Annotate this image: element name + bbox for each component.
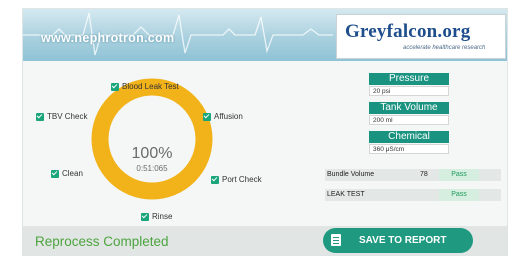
header-banner: www.nephrotron.com Greyfalcon.org accele… [23, 9, 507, 61]
step-label: Port Check [222, 175, 262, 184]
pressure-value: 20 psi [369, 86, 449, 96]
check-icon [211, 175, 219, 184]
result-row-bundle-volume: Bundle Volume 78 Pass [325, 169, 501, 181]
site-url: www.nephrotron.com [41, 31, 175, 45]
step-label: Blood Leak Test [122, 82, 179, 91]
result-value: 78 [420, 171, 428, 178]
elapsed-time: 0:51:065 [136, 164, 168, 173]
status-message: Reprocess Completed [35, 234, 169, 249]
app-window: www.nephrotron.com Greyfalcon.org accele… [22, 8, 508, 256]
tank-volume-header: Tank Volume [369, 102, 449, 114]
check-icon [111, 82, 119, 91]
step-label: Affusion [214, 112, 243, 121]
check-icon [203, 112, 211, 121]
chemical-value: 360 μS/cm [369, 144, 449, 154]
step-blood-leak-test: Blood Leak Test [111, 82, 179, 91]
check-icon [36, 112, 44, 121]
step-label: Rinse [152, 212, 173, 221]
step-affusion: Affusion [203, 112, 243, 121]
pressure-header: Pressure [369, 73, 449, 85]
progress-ring [91, 78, 213, 200]
greyfalcon-logo: Greyfalcon.org accelerate healthcare res… [336, 14, 506, 59]
step-port-check: Port Check [211, 175, 262, 184]
chemical-header: Chemical [369, 131, 449, 143]
step-clean: Clean [51, 169, 83, 178]
check-icon [51, 169, 59, 178]
progress-percent: 100% [131, 145, 173, 162]
logo-tagline: accelerate healthcare research [403, 45, 486, 51]
step-label: TBV Check [47, 112, 88, 121]
step-label: Clean [62, 169, 83, 178]
report-icon [331, 234, 341, 246]
result-name: LEAK TEST [327, 191, 365, 198]
step-rinse: Rinse [141, 212, 172, 221]
pass-badge: Pass [439, 169, 479, 181]
check-icon [141, 212, 149, 221]
save-to-report-button[interactable]: SAVE TO REPORT [323, 228, 473, 253]
pass-badge: Pass [439, 189, 479, 201]
save-to-report-label: SAVE TO REPORT [359, 235, 447, 246]
result-row-leak-test: LEAK TEST Pass [325, 189, 501, 201]
result-name: Bundle Volume [327, 171, 375, 178]
logo-text: Greyfalcon.org [345, 21, 471, 42]
tank-volume-value: 200 ml [369, 115, 449, 125]
step-tbv-check: TBV Check [36, 112, 87, 121]
